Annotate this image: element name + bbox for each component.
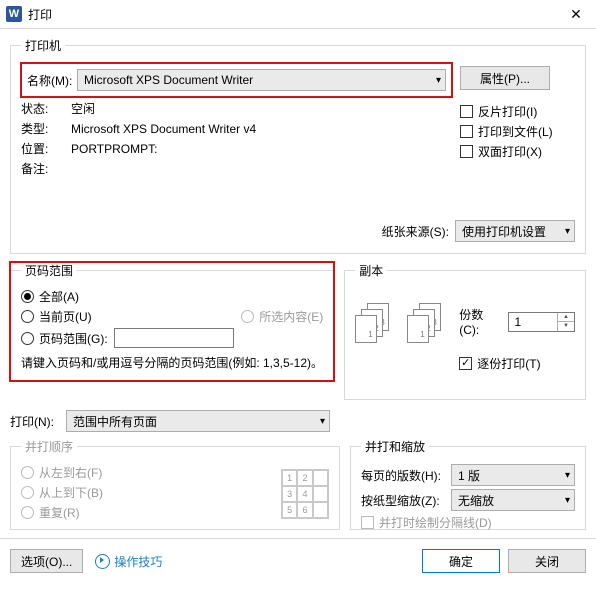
duplex-label: 双面打印(X): [478, 143, 542, 160]
radio-tb: [21, 486, 34, 499]
where-label: 位置:: [21, 140, 71, 157]
order-preview-icon: 123456: [281, 469, 329, 519]
print-order-group: 并打顺序 从左到右(F) 从上到下(B) 重复(R) 123456: [10, 438, 340, 530]
per-sheet-label: 每页的版数(H):: [361, 467, 451, 484]
pages-input[interactable]: [114, 328, 234, 348]
scale-title: 并打和缩放: [361, 438, 429, 455]
radio-all[interactable]: [21, 290, 34, 303]
close-button[interactable]: 关闭: [508, 549, 586, 573]
collate-checkbox[interactable]: [459, 357, 472, 370]
type-value: Microsoft XPS Document Writer v4: [71, 122, 256, 136]
per-sheet-value: 1 版: [458, 467, 480, 484]
draw-lines-checkbox: [361, 516, 374, 529]
radio-pages[interactable]: [21, 332, 34, 345]
collate-label: 逐份打印(T): [477, 355, 540, 372]
tips-link[interactable]: 操作技巧: [95, 553, 162, 570]
ok-button[interactable]: 确定: [422, 549, 500, 573]
app-icon: W: [6, 6, 22, 22]
page-range-hint: 请键入页码和/或用逗号分隔的页码范围(例如: 1,3,5-12)。: [21, 354, 323, 372]
scale-value: 无缩放: [458, 492, 494, 509]
tips-label: 操作技巧: [114, 553, 162, 570]
radio-current[interactable]: [21, 310, 34, 323]
scale-label: 按纸型缩放(Z):: [361, 492, 451, 509]
paper-source-select[interactable]: 使用打印机设置: [455, 220, 575, 242]
reverse-print-label: 反片打印(I): [478, 103, 537, 120]
copies-spinner[interactable]: 1 ▲▼: [508, 312, 576, 332]
print-what-value: 范围中所有页面: [73, 413, 157, 430]
spin-up-icon[interactable]: ▲: [558, 313, 574, 323]
radio-selection-label: 所选内容(E): [259, 308, 323, 325]
status-label: 状态:: [21, 100, 71, 117]
radio-repeat: [21, 506, 34, 519]
options-button[interactable]: 选项(O)...: [10, 549, 83, 573]
where-value: PORTPROMPT:: [71, 142, 157, 156]
properties-button[interactable]: 属性(P)...: [460, 66, 550, 90]
duplex-checkbox[interactable]: [460, 145, 473, 158]
radio-lr-label: 从左到右(F): [39, 464, 102, 481]
printer-group: 打印机 名称(M): Microsoft XPS Document Writer…: [10, 37, 586, 254]
radio-selection: [241, 310, 254, 323]
type-label: 类型:: [21, 120, 71, 137]
copies-group: 副本 3 2 1 3 2 1 份数(C):: [344, 262, 586, 400]
reverse-print-checkbox[interactable]: [460, 105, 473, 118]
print-to-file-label: 打印到文件(L): [478, 123, 553, 140]
printer-name-value: Microsoft XPS Document Writer: [84, 73, 253, 87]
printer-group-title: 打印机: [21, 37, 65, 54]
page-range-title: 页码范围: [21, 262, 77, 279]
page-range-group: 页码范围 全部(A) 当前页(U) 所选内容(E) 页码范围(G): 请键入页码…: [10, 262, 334, 381]
copies-count-label: 份数(C):: [459, 306, 501, 337]
collate-icon-2: 3 2 1: [407, 303, 447, 343]
scale-select[interactable]: 无缩放: [451, 489, 575, 511]
printer-name-label: 名称(M):: [27, 72, 77, 89]
close-icon[interactable]: ✕: [556, 0, 596, 28]
status-value: 空闲: [71, 100, 95, 117]
printer-name-select[interactable]: Microsoft XPS Document Writer: [77, 69, 446, 91]
spin-down-icon[interactable]: ▼: [558, 322, 574, 331]
copies-title: 副本: [355, 262, 387, 279]
copies-count-value: 1: [515, 315, 522, 329]
radio-repeat-label: 重复(R): [39, 504, 80, 521]
paper-source-label: 纸张来源(S):: [382, 223, 449, 240]
window-title: 打印: [28, 6, 556, 23]
print-what-select[interactable]: 范围中所有页面: [66, 410, 330, 432]
radio-lr: [21, 466, 34, 479]
radio-pages-label: 页码范围(G):: [39, 330, 108, 347]
per-sheet-select[interactable]: 1 版: [451, 464, 575, 486]
comment-label: 备注:: [21, 160, 71, 177]
play-icon: [95, 554, 110, 569]
paper-source-value: 使用打印机设置: [462, 223, 546, 240]
print-what-label: 打印(N):: [10, 413, 66, 430]
scale-group: 并打和缩放 每页的版数(H): 1 版 按纸型缩放(Z): 无缩放 并打时绘制分…: [350, 438, 586, 530]
draw-lines-label: 并打时绘制分隔线(D): [379, 514, 492, 531]
radio-current-label: 当前页(U): [39, 308, 92, 325]
radio-all-label: 全部(A): [39, 288, 79, 305]
collate-icon-1: 3 2 1: [355, 303, 395, 343]
print-to-file-checkbox[interactable]: [460, 125, 473, 138]
radio-tb-label: 从上到下(B): [39, 484, 103, 501]
print-order-title: 并打顺序: [21, 438, 77, 455]
